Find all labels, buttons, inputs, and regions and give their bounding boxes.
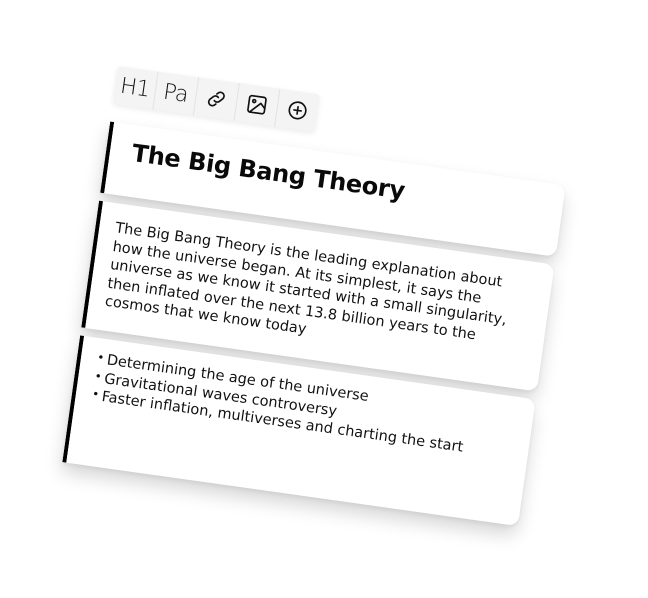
heading-1-button[interactable]: H1 [112, 66, 159, 110]
add-circle-icon [288, 101, 307, 120]
block-editor: H1 Pa The Big Bang Theory The Big Bang T… [62, 66, 574, 527]
bullet-icon: • [91, 386, 101, 402]
block-toolbar: H1 Pa [112, 66, 321, 133]
image-icon [247, 94, 267, 115]
editor-canvas: H1 Pa The Big Bang Theory The Big Bang T… [0, 0, 648, 598]
image-button[interactable] [234, 83, 281, 127]
bullet-icon: • [96, 350, 106, 365]
paragraph-button[interactable]: Pa [153, 71, 200, 116]
link-icon [207, 91, 225, 107]
bullet-icon: • [93, 368, 103, 384]
add-block-button[interactable] [275, 89, 320, 132]
link-button[interactable] [193, 77, 240, 121]
